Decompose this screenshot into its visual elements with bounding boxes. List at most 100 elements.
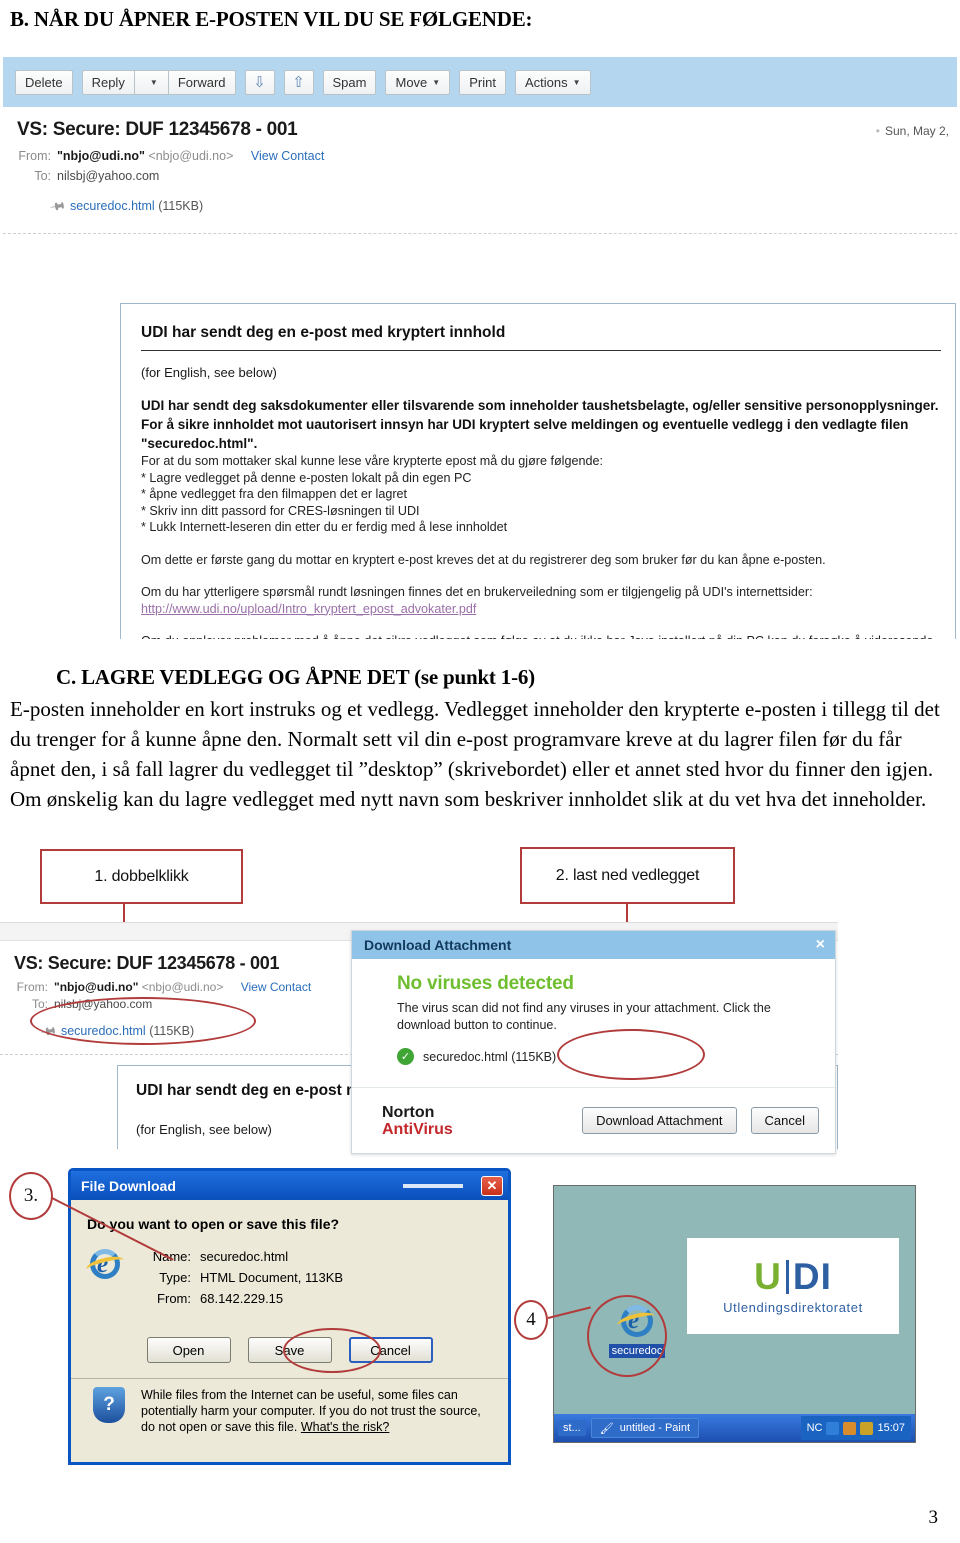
to-label: To: <box>34 169 51 183</box>
taskbar-clock: 15:07 <box>877 1422 905 1434</box>
view-contact-link[interactable]: View Contact <box>251 149 324 163</box>
dialog-body: No viruses detected The virus scan did n… <box>352 959 835 1065</box>
email-screenshot-b: Delete Reply ▼ Forward ⇩ ⇧ Spam Move ▼ Pr… <box>3 57 957 639</box>
message-title: UDI har sendt deg en e-post med kryptert… <box>141 324 941 351</box>
udi-logo-di: DI <box>792 1255 832 1297</box>
file-type-row: Type: HTML Document, 113KB <box>145 1267 343 1288</box>
file-download-dialog: File Download ✕ Do you want to open or s… <box>68 1168 511 1465</box>
print-button[interactable]: Print <box>459 69 506 95</box>
dialog-actions: Open Save Cancel <box>71 1337 508 1363</box>
whats-the-risk-link[interactable]: What's the risk? <box>301 1420 390 1434</box>
udi-logo-subtitle: Utlendingsdirektoratet <box>723 1299 863 1315</box>
reply-button[interactable]: Reply <box>81 69 134 95</box>
taskbar-item-label: untitled - Paint <box>619 1422 691 1434</box>
user-guide-link[interactable]: http://www.udi.no/upload/Intro_kryptert_… <box>141 602 476 616</box>
type-label: Type: <box>159 1270 191 1285</box>
attachment-size: (115KB) <box>149 1024 195 1038</box>
taskbar-item-paint[interactable]: 🖌 untitled - Paint <box>590 1418 700 1438</box>
start-button[interactable]: st... <box>558 1420 586 1436</box>
forward-button[interactable]: Forward <box>167 69 236 95</box>
steps-intro: For at du som mottaker skal kunne lese v… <box>141 454 603 468</box>
previous-message-button[interactable]: ⇩ <box>244 69 275 95</box>
chevron-down-icon: ▼ <box>149 77 158 87</box>
name-value: securedoc.html <box>200 1249 289 1264</box>
delete-button[interactable]: Delete <box>15 69 73 95</box>
section-c-heading: C. LAGRE VEDLEGG OG ÅPNE DET (se punkt 1… <box>56 665 535 689</box>
step-item-1: * Lagre vedlegget på denne e-posten loka… <box>141 470 472 485</box>
tray-java-icon[interactable] <box>843 1421 857 1435</box>
message-register-note: Om dette er første gang du mottar en kry… <box>141 552 826 567</box>
norton-line-1: Norton <box>382 1103 435 1121</box>
virus-scan-description: The virus scan did not find any viruses … <box>397 1001 771 1032</box>
actions-button[interactable]: Actions ▼ <box>514 69 591 95</box>
message-java-paragraph: Om du opplever problemer med å åpne det … <box>141 633 941 639</box>
type-value: HTML Document, 113KB <box>200 1270 344 1285</box>
desktop-icon-label: securedoc <box>608 1344 666 1358</box>
view-contact-link[interactable]: View Contact <box>241 980 311 994</box>
next-message-button[interactable]: ⇧ <box>283 69 314 95</box>
steps-figure: 1. dobbelklikk 2. last ned vedlegget VS:… <box>0 845 960 1475</box>
dialog-question: Do you want to open or save this file? <box>87 1216 340 1232</box>
to-address: nilsbj@yahoo.com <box>54 997 153 1011</box>
reply-dropdown-button[interactable]: ▼ <box>133 69 168 95</box>
dialog-titlebar: Download Attachment × <box>352 931 835 959</box>
tray-notes-icon[interactable] <box>860 1421 874 1435</box>
attachment-size: (115KB) <box>158 199 204 213</box>
spam-button[interactable]: Spam <box>322 69 377 95</box>
desktop-icon-securedoc[interactable]: e securedoc <box>602 1302 672 1359</box>
step-marker-4: 4 <box>514 1300 548 1340</box>
close-icon[interactable]: × <box>816 936 825 954</box>
divider <box>71 1378 508 1379</box>
step-marker-3: 3. <box>9 1172 53 1220</box>
dialog-footer: Norton AntiVirus Download Attachment Can… <box>352 1087 835 1153</box>
step-item-4: * Lukk Internett-leseren din etter du er… <box>141 520 508 534</box>
attachment-link[interactable]: securedoc.html <box>61 1024 146 1038</box>
norton-antivirus-logo: Norton AntiVirus <box>382 1104 453 1138</box>
help-prefix: Om du har ytterligere spørsmål rundt løs… <box>141 585 813 599</box>
open-button[interactable]: Open <box>146 1337 231 1363</box>
paperclip-icon: 🖈 <box>39 1020 60 1041</box>
check-circle-icon: ✓ <box>397 1048 414 1065</box>
tray-chevron-icon[interactable] <box>826 1421 840 1435</box>
file-info-block: e Name: securedoc.html Type: HTML Document… <box>71 1232 508 1309</box>
from-label: From: <box>16 980 48 994</box>
bullet-icon: • <box>875 124 880 138</box>
paint-icon: 🖌 <box>599 1422 614 1435</box>
udi-wordmark: U DI <box>754 1255 832 1297</box>
file-name-row: Name: securedoc.html <box>145 1246 343 1267</box>
attachment-link[interactable]: securedoc.html <box>70 199 155 213</box>
email-date: • Sun, May 2, <box>876 124 949 138</box>
from-address: <nbjo@udi.no> <box>141 980 224 994</box>
callout-step-1: 1. dobbelklikk <box>40 849 243 904</box>
step-item-2: * åpne vedlegget fra den filmappen det e… <box>141 487 408 501</box>
cancel-button[interactable]: Cancel <box>750 1107 819 1134</box>
download-attachment-button[interactable]: Download Attachment <box>582 1107 737 1134</box>
callout-step-2: 2. last ned vedlegget <box>520 847 735 904</box>
chevron-down-icon: ▼ <box>572 77 581 87</box>
desktop-screenshot: U DI Utlendingsdirektoratet e securedoc … <box>553 1185 916 1443</box>
move-label: Move <box>395 74 428 90</box>
scanned-file-name: securedoc.html (115KB) <box>423 1049 557 1064</box>
tray-label: NC <box>806 1422 823 1434</box>
email-subject: VS: Secure: DUF 12345678 - 001 <box>17 119 298 140</box>
dialog-actions: Download Attachment Cancel <box>582 1107 819 1134</box>
virus-scan-status: No viruses detected <box>397 973 574 994</box>
java-prefix: Om du opplever problemer med å åpne det … <box>141 634 933 639</box>
cancel-button[interactable]: Cancel <box>348 1337 433 1363</box>
from-label: From: <box>18 149 51 163</box>
from-label: From: <box>157 1291 191 1306</box>
attachment-row[interactable]: 🖈securedoc.html (115KB) <box>3 195 957 219</box>
scanned-file-row: ✓ securedoc.html (115KB) <box>397 1048 817 1065</box>
mail-toolbar: Delete Reply ▼ Forward ⇩ ⇧ Spam Move ▼ Pr… <box>3 57 957 107</box>
security-warning-text: While files from the Internet can be use… <box>141 1387 490 1435</box>
reply-button-group[interactable]: Reply ▼ Forward <box>81 69 236 95</box>
email-to-row: To: nilsbj@yahoo.com <box>3 167 957 186</box>
move-button[interactable]: Move ▼ <box>385 69 451 95</box>
security-warning-block: ? While files from the Internet can be u… <box>71 1387 508 1435</box>
file-from-row: From: 68.142.229.15 <box>145 1288 343 1309</box>
save-button[interactable]: Save <box>247 1337 332 1363</box>
file-info-rows: Name: securedoc.html Type: HTML Document, … <box>145 1246 343 1309</box>
help-shield-icon: ? <box>93 1387 125 1423</box>
close-icon[interactable]: ✕ <box>481 1175 503 1196</box>
windows-taskbar: st... 🖌 untitled - Paint NC 15:07 <box>554 1414 915 1442</box>
